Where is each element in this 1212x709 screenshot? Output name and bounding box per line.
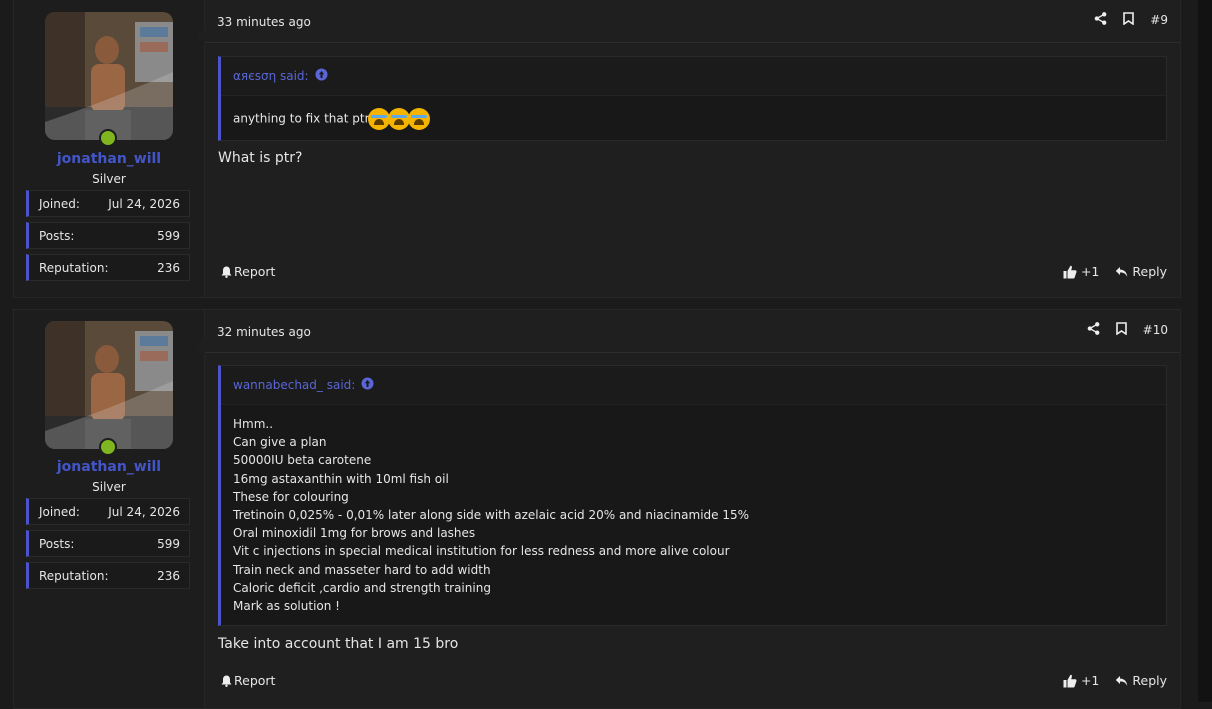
stat-posts: Posts: 599 [26, 222, 190, 249]
post-text: What is ptr? [218, 150, 303, 166]
bookmark-icon[interactable] [1123, 12, 1135, 28]
report-link[interactable]: Report [221, 673, 275, 688]
quote-author[interactable]: wannabechad_ said: [233, 378, 355, 392]
post-number[interactable]: #9 [1150, 13, 1168, 27]
thumbs-up-icon [1063, 674, 1077, 687]
bell-icon [221, 266, 232, 278]
stat-value: Jul 24, 2026 [108, 505, 180, 519]
message-body: 33 minutes ago #9 αяєѕση said: anything … [197, 0, 1180, 297]
stat-value: 236 [157, 261, 180, 275]
stat-label: Reputation: [39, 261, 109, 275]
like-button[interactable]: +1 [1063, 264, 1099, 279]
message-body: 32 minutes ago #10 wannabechad_ said: Hm… [197, 310, 1180, 708]
stat-value: 599 [157, 537, 180, 551]
stat-reputation: Reputation: 236 [26, 254, 190, 281]
online-indicator [99, 129, 117, 147]
like-button[interactable]: +1 [1063, 673, 1099, 688]
online-indicator [99, 438, 117, 456]
message-arrow [197, 28, 205, 44]
quote-line: Train neck and masseter hard to add widt… [233, 562, 491, 577]
quote-line: Vit c injections in special medical inst… [233, 544, 730, 559]
reply-arrow-icon [1116, 266, 1128, 277]
message-arrow [197, 338, 205, 354]
reply-label: Reply [1132, 264, 1167, 279]
quote-line: 16mg astaxanthin with 10ml fish oil [233, 471, 449, 486]
stat-reputation: Reputation: 236 [26, 562, 190, 589]
reply-arrow-icon [1116, 675, 1128, 686]
quote-line: Mark as solution ! [233, 599, 340, 614]
post-time[interactable]: 32 minutes ago [217, 325, 311, 339]
user-info-panel: jonathan_will Silver Joined: Jul 24, 202… [14, 0, 204, 297]
quote-line: anything to fix that ptr [233, 111, 370, 126]
stat-joined: Joined: Jul 24, 2026 [26, 498, 190, 525]
stat-label: Posts: [39, 537, 75, 551]
user-info-panel: jonathan_will Silver Joined: Jul 24, 202… [14, 310, 204, 708]
bookmark-icon[interactable] [1115, 322, 1127, 338]
user-avatar[interactable] [45, 321, 173, 449]
quote-author[interactable]: αяєѕση said: [233, 69, 309, 83]
like-count: +1 [1080, 264, 1100, 279]
crying-emoji-icon [407, 108, 430, 130]
quote-header[interactable]: αяєѕση said: [221, 57, 1166, 96]
arrow-up-circle-icon[interactable] [361, 377, 374, 393]
quote-line: These for colouring [233, 489, 349, 504]
quote-block: αяєѕση said: anything to fix that ptr [218, 56, 1167, 141]
crying-emoji-icon [387, 108, 410, 130]
user-avatar[interactable] [45, 12, 173, 140]
user-rank: Silver [92, 480, 126, 494]
stat-posts: Posts: 599 [26, 530, 190, 557]
reply-label: Reply [1132, 673, 1167, 688]
quote-line: Can give a plan [233, 435, 327, 450]
stat-label: Reputation: [39, 569, 109, 583]
quote-line: 50000IU beta carotene [233, 453, 372, 468]
post-9: jonathan_will Silver Joined: Jul 24, 202… [13, 0, 1181, 298]
quote-line: Caloric deficit ,cardio and strength tra… [233, 580, 491, 595]
quote-line: Oral minoxidil 1mg for brows and lashes [233, 526, 476, 541]
post-time[interactable]: 33 minutes ago [217, 15, 311, 29]
report-label: Report [234, 673, 276, 688]
share-icon[interactable] [1094, 12, 1107, 28]
quote-line: Tretinoin 0,025% - 0,01% later along sid… [233, 508, 750, 523]
stat-label: Joined: [39, 197, 80, 211]
quote-body: Hmm.. Can give a plan 50000IU beta carot… [221, 405, 1166, 625]
reply-button[interactable]: Reply [1115, 264, 1167, 279]
username-link[interactable]: jonathan_will [14, 151, 204, 167]
stat-label: Joined: [39, 505, 80, 519]
quote-block: wannabechad_ said: Hmm.. Can give a plan… [218, 365, 1167, 626]
stat-joined: Joined: Jul 24, 2026 [26, 190, 190, 217]
message-header: 32 minutes ago #10 [205, 310, 1180, 353]
username-link[interactable]: jonathan_will [14, 459, 204, 475]
reply-button[interactable]: Reply [1115, 673, 1167, 688]
report-label: Report [234, 264, 276, 279]
post-10: jonathan_will Silver Joined: Jul 24, 202… [13, 309, 1181, 709]
post-text: Take into account that I am 15 bro [218, 636, 459, 652]
post-number[interactable]: #10 [1143, 323, 1168, 337]
stat-value: 236 [157, 569, 180, 583]
crying-emoji-icon [367, 108, 390, 130]
report-link[interactable]: Report [221, 264, 275, 279]
stat-value: Jul 24, 2026 [108, 197, 180, 211]
share-icon[interactable] [1087, 322, 1100, 338]
quote-line: Hmm.. [233, 417, 274, 431]
bell-icon [221, 675, 232, 687]
like-count: +1 [1080, 673, 1100, 688]
message-header: 33 minutes ago #9 [205, 0, 1180, 43]
quote-header[interactable]: wannabechad_ said: [221, 366, 1166, 405]
user-rank: Silver [92, 172, 126, 186]
page-scroll-gutter [1198, 0, 1212, 702]
arrow-up-circle-icon[interactable] [315, 68, 328, 84]
thumbs-up-icon [1063, 265, 1077, 278]
stat-value: 599 [157, 229, 180, 243]
stat-label: Posts: [39, 229, 75, 243]
